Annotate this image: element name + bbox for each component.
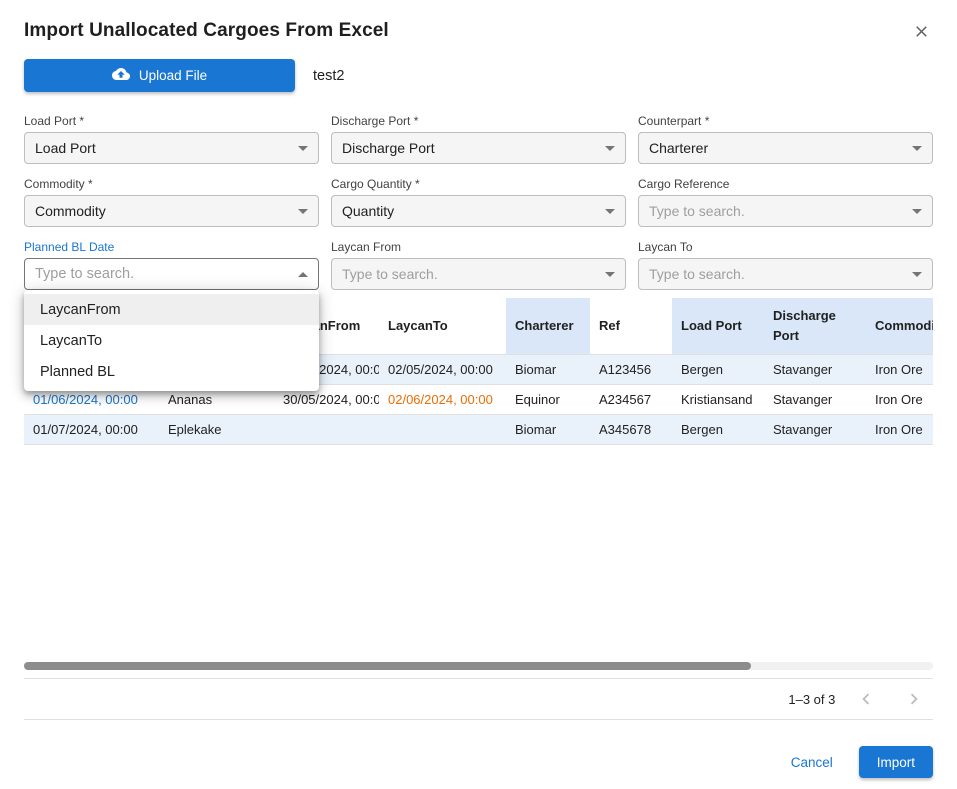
table-cell: A123456 [590, 354, 672, 384]
planned-bl-date-input[interactable] [35, 266, 298, 282]
table-cell: Iron Ore [866, 354, 933, 384]
cargo-quantity-value: Quantity [342, 203, 394, 219]
cargo-reference-field: Cargo Reference Type to search. [638, 177, 933, 227]
horizontal-scrollbar[interactable] [24, 662, 933, 670]
column-header[interactable]: Load Port [672, 298, 764, 354]
dialog-header: Import Unallocated Cargoes From Excel [24, 20, 933, 43]
chevron-right-icon [903, 698, 925, 713]
laycan-to-select[interactable]: Type to search. [638, 258, 933, 290]
column-header[interactable]: LaycanTo [379, 298, 506, 354]
laycan-from-label: Laycan From [331, 240, 626, 254]
laycan-to-placeholder: Type to search. [649, 266, 745, 282]
cargo-reference-placeholder: Type to search. [649, 203, 745, 219]
table-cell: Equinor [506, 384, 590, 414]
commodity-select[interactable]: Commodity [24, 195, 319, 227]
column-header[interactable]: Discharge Port [764, 298, 866, 354]
chevron-down-icon [298, 146, 308, 151]
discharge-port-select[interactable]: Discharge Port [331, 132, 626, 164]
table-cell: Stavanger [764, 354, 866, 384]
next-page-button[interactable] [899, 684, 929, 714]
laycan-to-field: Laycan To Type to search. [638, 240, 933, 290]
horizontal-scrollbar-thumb[interactable] [24, 662, 751, 670]
import-cargoes-dialog: Import Unallocated Cargoes From Excel Up… [0, 0, 957, 789]
chevron-down-icon [298, 209, 308, 214]
table-cell: 01/07/2024, 00:00 [24, 414, 159, 444]
table-cell: 02/05/2024, 00:00 [379, 354, 506, 384]
cargo-quantity-field: Cargo Quantity * Quantity [331, 177, 626, 227]
load-port-label: Load Port * [24, 114, 319, 128]
commodity-field: Commodity * Commodity [24, 177, 319, 227]
upload-row: Upload File test2 [24, 59, 933, 92]
counterpart-select[interactable]: Charterer [638, 132, 933, 164]
close-button[interactable] [910, 20, 933, 43]
pagination-range-label: 1–3 of 3 [788, 692, 835, 707]
counterpart-value: Charterer [649, 140, 708, 156]
table-cell: 02/06/2024, 00:00 [379, 384, 506, 414]
laycan-from-select[interactable]: Type to search. [331, 258, 626, 290]
dialog-title: Import Unallocated Cargoes From Excel [24, 20, 389, 42]
cargo-quantity-select[interactable]: Quantity [331, 195, 626, 227]
table-cell: Kristiansand [672, 384, 764, 414]
table-cell [274, 414, 379, 444]
discharge-port-value: Discharge Port [342, 140, 435, 156]
chevron-down-icon [912, 272, 922, 277]
laycan-from-placeholder: Type to search. [342, 266, 438, 282]
chevron-up-icon [298, 272, 308, 277]
cargo-reference-select[interactable]: Type to search. [638, 195, 933, 227]
counterpart-label: Counterpart * [638, 114, 933, 128]
table-cell: A345678 [590, 414, 672, 444]
load-port-value: Load Port [35, 140, 96, 156]
table-cell: Eplekake [159, 414, 274, 444]
close-icon [912, 29, 931, 44]
cargo-reference-label: Cargo Reference [638, 177, 933, 191]
cloud-upload-icon [112, 65, 130, 86]
upload-file-button-label: Upload File [139, 68, 207, 83]
column-header[interactable]: Commodity [866, 298, 933, 354]
planned-bl-date-field: Planned BL Date LaycanFrom LaycanTo Plan… [24, 240, 319, 290]
table-cell: Bergen [672, 414, 764, 444]
mapping-form: Load Port * Load Port Discharge Port * D… [24, 114, 933, 290]
cancel-button[interactable]: Cancel [791, 755, 833, 770]
table-cell [379, 414, 506, 444]
commodity-value: Commodity [35, 203, 106, 219]
chevron-left-icon [855, 698, 877, 713]
laycan-to-label: Laycan To [638, 240, 933, 254]
table-cell: A234567 [590, 384, 672, 414]
upload-file-button[interactable]: Upload File [24, 59, 295, 92]
planned-bl-date-combobox[interactable] [24, 258, 319, 290]
menu-item-laycanto[interactable]: LaycanTo [24, 325, 319, 356]
table-pagination: 1–3 of 3 [24, 678, 933, 720]
dialog-footer: Cancel Import [24, 746, 933, 778]
counterpart-field: Counterpart * Charterer [638, 114, 933, 164]
table-row: 01/07/2024, 00:00 Eplekake Biomar A34567… [24, 414, 933, 444]
chevron-down-icon [912, 209, 922, 214]
menu-item-planned-bl[interactable]: Planned BL [24, 356, 319, 387]
laycan-from-field: Laycan From Type to search. [331, 240, 626, 290]
load-port-field: Load Port * Load Port [24, 114, 319, 164]
column-header[interactable]: Ref [590, 298, 672, 354]
table-cell: Iron Ore [866, 414, 933, 444]
chevron-down-icon [605, 272, 615, 277]
table-cell: Iron Ore [866, 384, 933, 414]
menu-item-laycanfrom[interactable]: LaycanFrom [24, 294, 319, 325]
import-button[interactable]: Import [859, 746, 933, 778]
cargo-quantity-label: Cargo Quantity * [331, 177, 626, 191]
table-cell: Biomar [506, 414, 590, 444]
chevron-down-icon [605, 146, 615, 151]
table-cell: Stavanger [764, 414, 866, 444]
column-options-menu: LaycanFrom LaycanTo Planned BL [24, 290, 319, 391]
table-cell: Biomar [506, 354, 590, 384]
discharge-port-field: Discharge Port * Discharge Port [331, 114, 626, 164]
planned-bl-date-label: Planned BL Date [24, 240, 319, 254]
discharge-port-label: Discharge Port * [331, 114, 626, 128]
chevron-down-icon [912, 146, 922, 151]
table-cell: Bergen [672, 354, 764, 384]
column-header[interactable]: Charterer [506, 298, 590, 354]
load-port-select[interactable]: Load Port [24, 132, 319, 164]
commodity-label: Commodity * [24, 177, 319, 191]
table-cell: Stavanger [764, 384, 866, 414]
previous-page-button[interactable] [851, 684, 881, 714]
uploaded-file-name: test2 [313, 68, 344, 84]
chevron-down-icon [605, 209, 615, 214]
